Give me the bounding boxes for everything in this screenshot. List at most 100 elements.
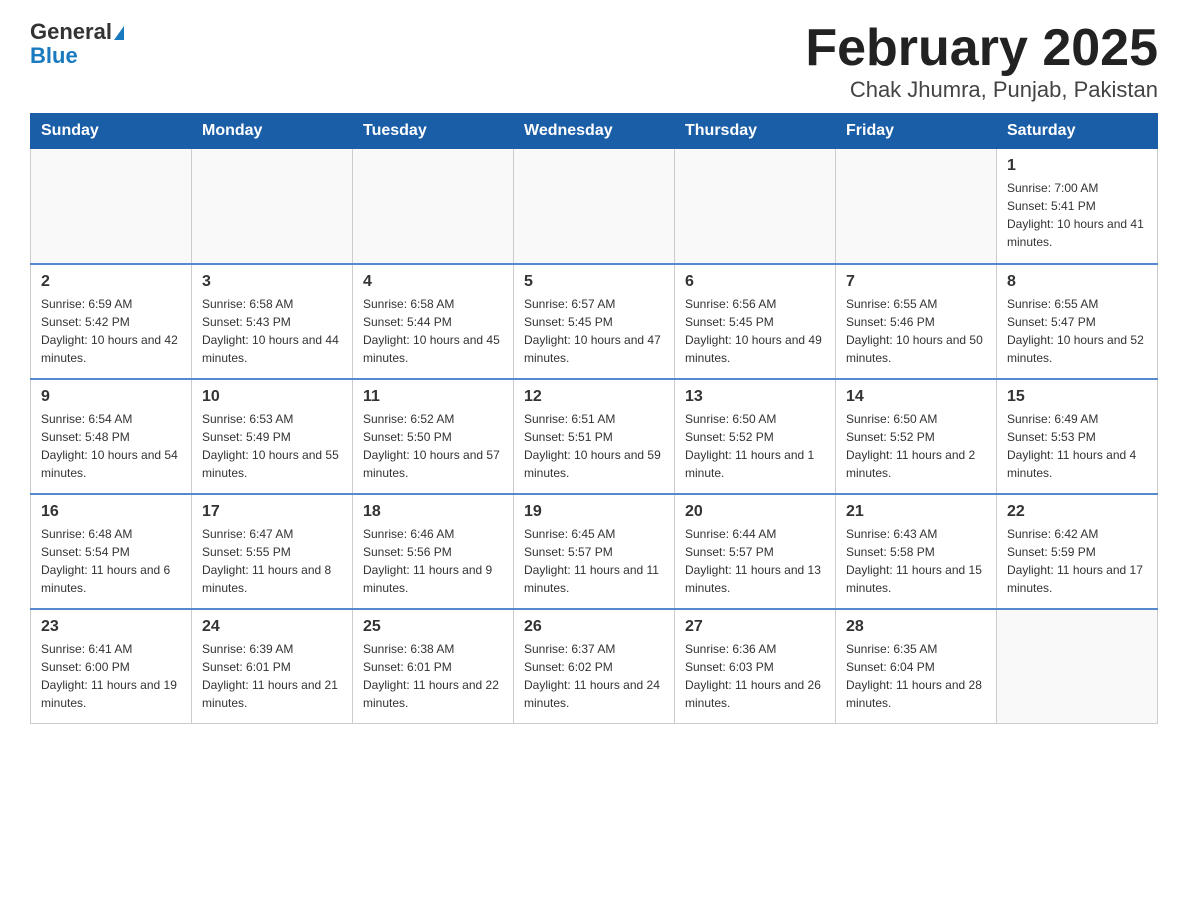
calendar-body: 1Sunrise: 7:00 AM Sunset: 5:41 PM Daylig…: [31, 149, 1158, 724]
column-header-tuesday: Tuesday: [353, 114, 514, 149]
day-number: 7: [846, 273, 986, 291]
logo-general-text: General: [30, 19, 112, 44]
day-info: Sunrise: 6:52 AM Sunset: 5:50 PM Dayligh…: [363, 410, 503, 482]
calendar-cell: 27 Sunrise: 6:36 AM Sunset: 6:03 PM Dayli…: [675, 609, 836, 724]
day-info: Sunrise: 6:55 AM Sunset: 5:46 PM Dayligh…: [846, 295, 986, 367]
day-number: 21: [846, 503, 986, 521]
day-info: Sunrise: 6:45 AM Sunset: 5:57 PM Dayligh…: [524, 525, 664, 597]
day-number: 25: [363, 618, 503, 636]
day-number: 6: [685, 273, 825, 291]
calendar-cell: 23 Sunrise: 6:41 AM Sunset: 6:00 PM Dayli…: [31, 609, 192, 724]
day-number: 18: [363, 503, 503, 521]
day-info: Sunrise: 6:54 AM Sunset: 5:48 PM Dayligh…: [41, 410, 181, 482]
day-info: Sunrise: 6:57 AM Sunset: 5:45 PM Dayligh…: [524, 295, 664, 367]
calendar-cell: 15 Sunrise: 6:49 AM Sunset: 5:53 PM Dayli…: [997, 379, 1158, 494]
day-number: 2: [41, 273, 181, 291]
calendar-header: SundayMondayTuesdayWednesdayThursdayFrid…: [31, 114, 1158, 149]
day-info: Sunrise: 6:43 AM Sunset: 5:58 PM Dayligh…: [846, 525, 986, 597]
day-info: Sunrise: 6:53 AM Sunset: 5:49 PM Dayligh…: [202, 410, 342, 482]
day-number: 1: [1007, 157, 1147, 175]
calendar-cell: 28Sunrise: 6:35 AM Sunset: 6:04 PM Dayli…: [836, 609, 997, 724]
calendar-week-2: 2 Sunrise: 6:59 AM Sunset: 5:42 PM Daylig…: [31, 264, 1158, 379]
page-title: February 2025: [805, 20, 1158, 77]
day-info: Sunrise: 6:42 AM Sunset: 5:59 PM Dayligh…: [1007, 525, 1147, 597]
calendar-cell: 22 Sunrise: 6:42 AM Sunset: 5:59 PM Dayli…: [997, 494, 1158, 609]
calendar-cell: 10 Sunrise: 6:53 AM Sunset: 5:49 PM Dayli…: [192, 379, 353, 494]
day-number: 10: [202, 388, 342, 406]
column-header-wednesday: Wednesday: [514, 114, 675, 149]
calendar-cell: 5 Sunrise: 6:57 AM Sunset: 5:45 PM Daylig…: [514, 264, 675, 379]
day-number: 9: [41, 388, 181, 406]
day-info: Sunrise: 6:39 AM Sunset: 6:01 PM Dayligh…: [202, 640, 342, 712]
day-number: 3: [202, 273, 342, 291]
day-info: Sunrise: 6:46 AM Sunset: 5:56 PM Dayligh…: [363, 525, 503, 597]
day-info: Sunrise: 6:36 AM Sunset: 6:03 PM Dayligh…: [685, 640, 825, 712]
column-header-sunday: Sunday: [31, 114, 192, 149]
calendar-cell: 6 Sunrise: 6:56 AM Sunset: 5:45 PM Daylig…: [675, 264, 836, 379]
calendar-cell: [514, 149, 675, 264]
day-info: Sunrise: 6:48 AM Sunset: 5:54 PM Dayligh…: [41, 525, 181, 597]
column-header-friday: Friday: [836, 114, 997, 149]
calendar-cell: 2 Sunrise: 6:59 AM Sunset: 5:42 PM Daylig…: [31, 264, 192, 379]
calendar-cell: 9 Sunrise: 6:54 AM Sunset: 5:48 PM Daylig…: [31, 379, 192, 494]
calendar-cell: 25 Sunrise: 6:38 AM Sunset: 6:01 PM Dayli…: [353, 609, 514, 724]
calendar-cell: 13Sunrise: 6:50 AM Sunset: 5:52 PM Dayli…: [675, 379, 836, 494]
calendar-cell: 20 Sunrise: 6:44 AM Sunset: 5:57 PM Dayli…: [675, 494, 836, 609]
day-number: 28: [846, 618, 986, 636]
logo: General Blue: [30, 20, 124, 68]
day-number: 16: [41, 503, 181, 521]
calendar-cell: 24 Sunrise: 6:39 AM Sunset: 6:01 PM Dayli…: [192, 609, 353, 724]
column-header-thursday: Thursday: [675, 114, 836, 149]
day-number: 8: [1007, 273, 1147, 291]
calendar-cell: [997, 609, 1158, 724]
calendar-cell: 7 Sunrise: 6:55 AM Sunset: 5:46 PM Daylig…: [836, 264, 997, 379]
calendar-cell: 12 Sunrise: 6:51 AM Sunset: 5:51 PM Dayli…: [514, 379, 675, 494]
calendar-cell: [675, 149, 836, 264]
column-header-monday: Monday: [192, 114, 353, 149]
day-info: Sunrise: 6:37 AM Sunset: 6:02 PM Dayligh…: [524, 640, 664, 712]
header-row: SundayMondayTuesdayWednesdayThursdayFrid…: [31, 114, 1158, 149]
day-number: 26: [524, 618, 664, 636]
calendar-cell: 18 Sunrise: 6:46 AM Sunset: 5:56 PM Dayli…: [353, 494, 514, 609]
day-number: 4: [363, 273, 503, 291]
day-number: 12: [524, 388, 664, 406]
day-info: Sunrise: 6:51 AM Sunset: 5:51 PM Dayligh…: [524, 410, 664, 482]
day-number: 19: [524, 503, 664, 521]
calendar-cell: 16 Sunrise: 6:48 AM Sunset: 5:54 PM Dayli…: [31, 494, 192, 609]
calendar-cell: 8 Sunrise: 6:55 AM Sunset: 5:47 PM Daylig…: [997, 264, 1158, 379]
day-number: 15: [1007, 388, 1147, 406]
logo-blue-text: Blue: [30, 43, 78, 68]
day-number: 20: [685, 503, 825, 521]
day-info: Sunrise: 6:58 AM Sunset: 5:44 PM Dayligh…: [363, 295, 503, 367]
calendar-table: SundayMondayTuesdayWednesdayThursdayFrid…: [30, 113, 1158, 724]
page-header: General Blue February 2025 Chak Jhumra, …: [30, 20, 1158, 103]
calendar-cell: 26 Sunrise: 6:37 AM Sunset: 6:02 PM Dayli…: [514, 609, 675, 724]
calendar-cell: 3 Sunrise: 6:58 AM Sunset: 5:43 PM Daylig…: [192, 264, 353, 379]
day-number: 24: [202, 618, 342, 636]
day-info: Sunrise: 6:47 AM Sunset: 5:55 PM Dayligh…: [202, 525, 342, 597]
title-block: February 2025 Chak Jhumra, Punjab, Pakis…: [805, 20, 1158, 103]
day-number: 22: [1007, 503, 1147, 521]
day-number: 5: [524, 273, 664, 291]
day-info: Sunrise: 6:44 AM Sunset: 5:57 PM Dayligh…: [685, 525, 825, 597]
calendar-week-4: 16 Sunrise: 6:48 AM Sunset: 5:54 PM Dayli…: [31, 494, 1158, 609]
day-info: Sunrise: 6:59 AM Sunset: 5:42 PM Dayligh…: [41, 295, 181, 367]
calendar-cell: 11 Sunrise: 6:52 AM Sunset: 5:50 PM Dayli…: [353, 379, 514, 494]
day-info: Sunrise: 6:50 AM Sunset: 5:52 PM Dayligh…: [685, 410, 825, 482]
column-header-saturday: Saturday: [997, 114, 1158, 149]
calendar-cell: [353, 149, 514, 264]
day-number: 23: [41, 618, 181, 636]
day-number: 27: [685, 618, 825, 636]
day-info: Sunrise: 6:49 AM Sunset: 5:53 PM Dayligh…: [1007, 410, 1147, 482]
day-info: Sunrise: 6:41 AM Sunset: 6:00 PM Dayligh…: [41, 640, 181, 712]
calendar-cell: 14Sunrise: 6:50 AM Sunset: 5:52 PM Dayli…: [836, 379, 997, 494]
calendar-cell: 4 Sunrise: 6:58 AM Sunset: 5:44 PM Daylig…: [353, 264, 514, 379]
day-info: Sunrise: 6:55 AM Sunset: 5:47 PM Dayligh…: [1007, 295, 1147, 367]
day-number: 17: [202, 503, 342, 521]
logo-triangle-icon: [114, 26, 124, 40]
day-info: Sunrise: 6:56 AM Sunset: 5:45 PM Dayligh…: [685, 295, 825, 367]
calendar-cell: 21 Sunrise: 6:43 AM Sunset: 5:58 PM Dayli…: [836, 494, 997, 609]
day-info: Sunrise: 6:58 AM Sunset: 5:43 PM Dayligh…: [202, 295, 342, 367]
day-number: 11: [363, 388, 503, 406]
day-info: Sunrise: 6:38 AM Sunset: 6:01 PM Dayligh…: [363, 640, 503, 712]
